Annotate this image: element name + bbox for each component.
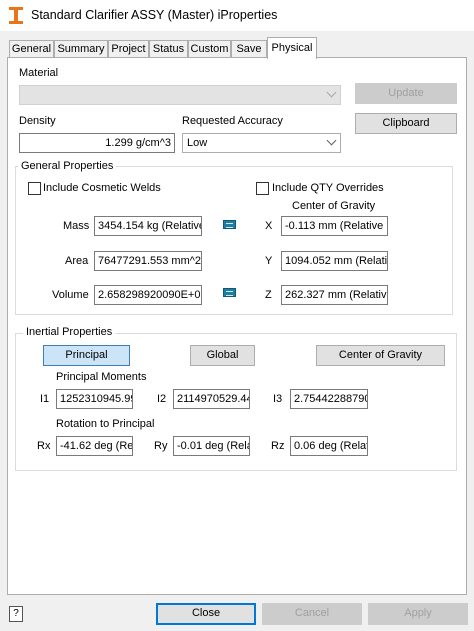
i3-field[interactable]: 2.75442288790 — [290, 389, 368, 409]
cog-y-field[interactable]: 1094.052 mm (Relativ — [281, 251, 388, 271]
i3-label: I3 — [273, 393, 283, 405]
physical-tab-panel: Material Update Density 1.299 g/cm^3 Req… — [7, 57, 467, 595]
calculator-icon[interactable] — [223, 288, 236, 297]
window-title: Standard Clarifier ASSY (Master) iProper… — [31, 8, 278, 22]
accuracy-select[interactable]: Low — [182, 133, 341, 153]
qty-overrides-checkbox[interactable] — [256, 182, 269, 195]
clipboard-button[interactable]: Clipboard — [355, 113, 457, 134]
density-label: Density — [19, 115, 56, 127]
ry-field[interactable]: -0.01 deg (Rela — [173, 436, 250, 456]
chevron-down-icon — [326, 87, 337, 98]
accuracy-value: Low — [187, 137, 208, 149]
tab-physical[interactable]: Physical — [267, 37, 317, 59]
material-label: Material — [19, 67, 59, 79]
inertial-properties-title: Inertial Properties — [23, 326, 116, 338]
rz-label: Rz — [271, 440, 285, 452]
z-label: Z — [265, 289, 272, 301]
volume-label: Volume — [52, 289, 89, 301]
i2-field[interactable]: 2114970529.44 — [173, 389, 250, 409]
tab-project[interactable]: Project — [108, 40, 149, 58]
global-button[interactable]: Global — [190, 345, 255, 366]
area-label: Area — [65, 255, 89, 267]
principal-button[interactable]: Principal — [43, 345, 130, 366]
update-button[interactable]: Update — [355, 83, 457, 104]
mass-label: Mass — [63, 220, 90, 232]
qty-overrides-label: Include QTY Overrides — [272, 182, 384, 194]
inventor-app-icon — [9, 7, 23, 24]
calculator-icon[interactable] — [223, 220, 236, 229]
i1-field[interactable]: 1252310945.99 — [56, 389, 133, 409]
apply-button[interactable]: Apply — [368, 603, 468, 625]
tab-summary[interactable]: Summary — [54, 40, 108, 58]
accuracy-label: Requested Accuracy — [182, 115, 283, 127]
rx-field[interactable]: -41.62 deg (Re — [56, 436, 133, 456]
cancel-button[interactable]: Cancel — [262, 603, 362, 625]
x-label: X — [265, 220, 273, 232]
cosmetic-welds-checkbox[interactable] — [28, 182, 41, 195]
material-select[interactable] — [19, 85, 341, 105]
area-field[interactable]: 76477291.553 mm^2 — [94, 251, 202, 271]
close-button[interactable]: Close — [156, 603, 256, 625]
title-bar: Standard Clarifier ASSY (Master) iProper… — [0, 0, 474, 31]
center-of-gravity-button[interactable]: Center of Gravity — [316, 345, 445, 366]
rx-label: Rx — [37, 440, 51, 452]
tab-save[interactable]: Save — [231, 40, 267, 58]
chevron-down-icon — [326, 135, 337, 146]
rotation-to-principal-label: Rotation to Principal — [56, 418, 155, 430]
y-label: Y — [265, 255, 273, 267]
tab-status[interactable]: Status — [149, 40, 188, 58]
principal-moments-label: Principal Moments — [56, 371, 147, 383]
cog-x-field[interactable]: -0.113 mm (Relative E — [281, 216, 388, 236]
tab-custom[interactable]: Custom — [188, 40, 231, 58]
center-of-gravity-label: Center of Gravity — [292, 200, 376, 212]
rz-field[interactable]: 0.06 deg (Relat — [290, 436, 368, 456]
general-properties-title: General Properties — [18, 160, 117, 172]
ry-label: Ry — [154, 440, 168, 452]
density-field[interactable]: 1.299 g/cm^3 — [19, 133, 175, 153]
i1-label: I1 — [40, 393, 50, 405]
help-button[interactable]: ? — [9, 606, 23, 622]
cosmetic-welds-label: Include Cosmetic Welds — [43, 182, 161, 194]
tab-general[interactable]: General — [9, 40, 54, 58]
tab-strip: General Summary Project Status Custom Sa… — [0, 37, 474, 59]
mass-field[interactable]: 3454.154 kg (Relative — [94, 216, 202, 236]
i2-label: I2 — [157, 393, 167, 405]
cog-z-field[interactable]: 262.327 mm (Relative — [281, 285, 388, 305]
volume-field[interactable]: 2.658298920090E+09 — [94, 285, 202, 305]
